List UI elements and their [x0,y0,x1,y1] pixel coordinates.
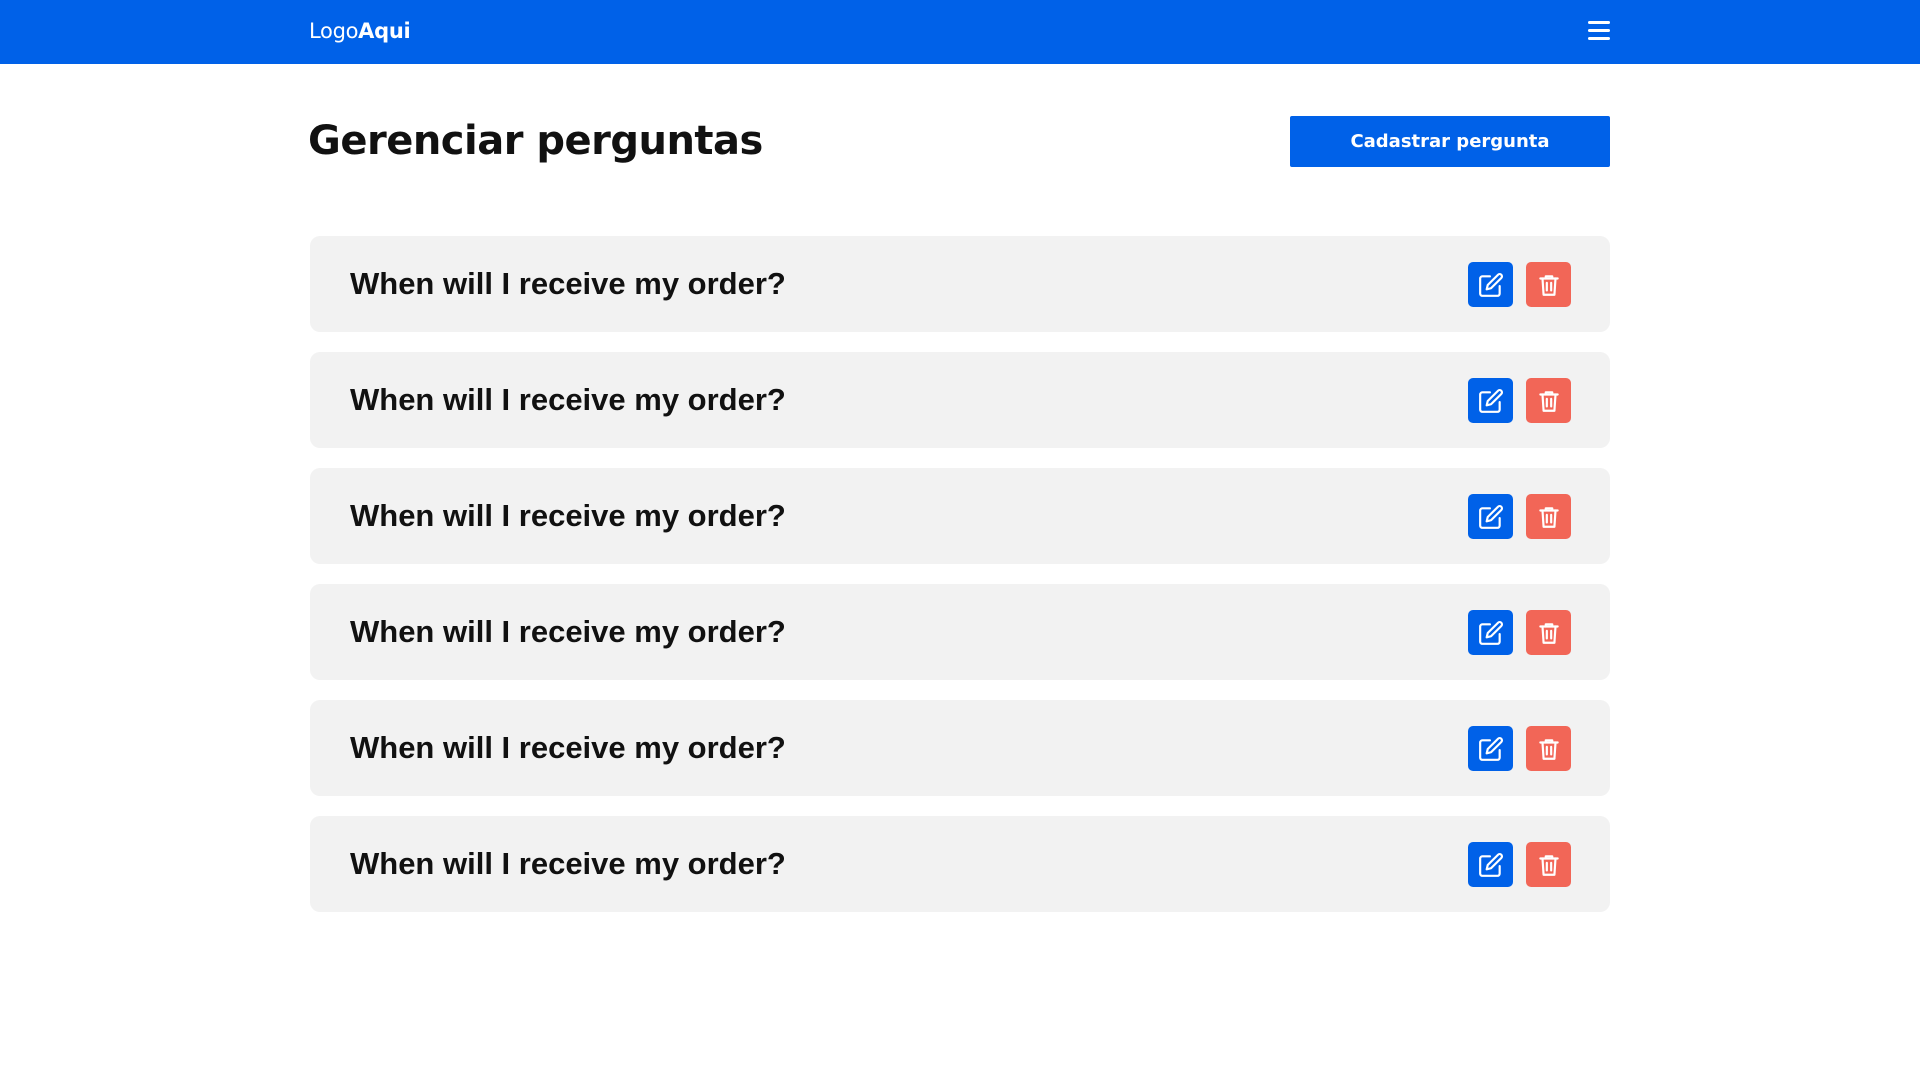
top-navbar: LogoAqui [0,0,1920,64]
question-card: When will I receive my order? [310,584,1610,680]
delete-question-button[interactable] [1526,494,1571,539]
edit-icon [1478,504,1503,529]
add-question-button[interactable]: Cadastrar pergunta [1290,116,1610,167]
question-card: When will I receive my order? [310,700,1610,796]
question-text: When will I receive my order? [350,730,786,765]
edit-icon [1478,852,1503,877]
edit-question-button[interactable] [1468,378,1513,423]
question-text: When will I receive my order? [350,266,786,301]
trash-icon [1538,622,1559,644]
edit-question-button[interactable] [1468,262,1513,307]
question-card: When will I receive my order? [310,468,1610,564]
question-text: When will I receive my order? [350,846,786,881]
edit-icon [1478,272,1503,297]
delete-question-button[interactable] [1526,726,1571,771]
edit-icon [1478,736,1503,761]
edit-icon [1478,620,1503,645]
edit-icon [1478,388,1503,413]
question-list: When will I receive my order? When will … [310,236,1610,932]
menu-line [1588,21,1610,24]
delete-question-button[interactable] [1526,378,1571,423]
question-card: When will I receive my order? [310,352,1610,448]
hamburger-menu-icon[interactable] [1588,21,1610,41]
question-text: When will I receive my order? [350,382,786,417]
edit-question-button[interactable] [1468,842,1513,887]
menu-line [1588,37,1610,40]
edit-question-button[interactable] [1468,726,1513,771]
trash-icon [1538,854,1559,876]
edit-question-button[interactable] [1468,494,1513,539]
menu-line [1588,29,1610,32]
question-text: When will I receive my order? [350,498,786,533]
trash-icon [1538,274,1559,296]
delete-question-button[interactable] [1526,842,1571,887]
logo[interactable]: LogoAqui [309,19,411,43]
trash-icon [1538,738,1559,760]
question-card: When will I receive my order? [310,816,1610,912]
trash-icon [1538,506,1559,528]
question-card: When will I receive my order? [310,236,1610,332]
edit-question-button[interactable] [1468,610,1513,655]
question-text: When will I receive my order? [350,614,786,649]
trash-icon [1538,390,1559,412]
delete-question-button[interactable] [1526,610,1571,655]
delete-question-button[interactable] [1526,262,1571,307]
logo-text-bold: Aqui [358,19,411,43]
logo-text-light: Logo [309,19,359,43]
page-title: Gerenciar perguntas [308,118,763,164]
